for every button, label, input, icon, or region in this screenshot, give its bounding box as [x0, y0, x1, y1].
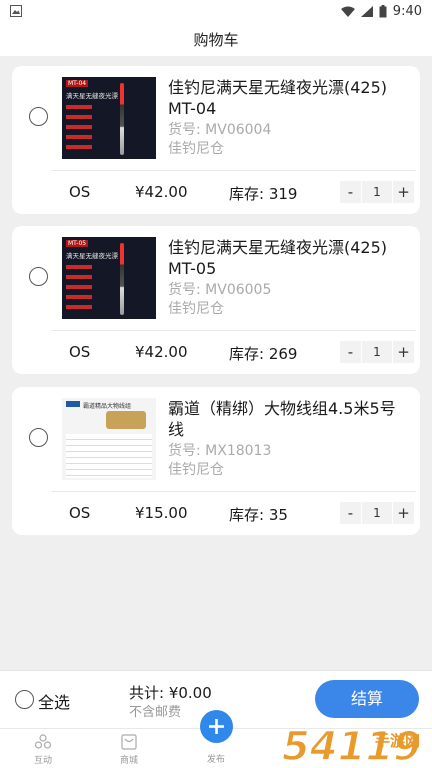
product-stock: 库存: 269	[229, 345, 298, 363]
decrease-button[interactable]: -	[340, 502, 361, 524]
cart-list: MT-04 满天星无缝夜光漂 佳钓尼满天星无缝夜光漂(425) MT-04 货号…	[0, 56, 432, 670]
product-price: ¥15.00	[135, 504, 188, 522]
tab-label: 商城	[119, 756, 138, 766]
item-select-radio[interactable]	[29, 107, 48, 126]
watermark-logo: 54119 手游网	[281, 723, 422, 768]
signal-icon	[360, 5, 373, 17]
product-thumbnail[interactable]: MT-04 满天星无缝夜光漂	[62, 77, 156, 159]
increase-button[interactable]: +	[393, 181, 414, 203]
decrease-button[interactable]: -	[340, 341, 361, 363]
total-amount: 共计: ¥0.00	[129, 684, 212, 702]
divider	[52, 491, 416, 492]
thumb-tag: MT-04	[66, 80, 89, 87]
publish-button[interactable]	[200, 710, 233, 743]
status-bar: 9:40	[0, 0, 432, 22]
quantity-stepper: - 1 +	[340, 502, 414, 524]
title-bar: 购物车	[0, 22, 432, 56]
product-stock: 库存: 319	[229, 185, 298, 203]
shop-icon	[121, 734, 137, 750]
increase-button[interactable]: +	[393, 502, 414, 524]
increase-button[interactable]: +	[393, 341, 414, 363]
product-spec: OS	[69, 343, 91, 361]
quantity-stepper: - 1 +	[340, 341, 414, 363]
quantity-input[interactable]: 1	[362, 341, 392, 363]
quantity-input[interactable]: 1	[362, 181, 392, 203]
product-spec: OS	[69, 183, 91, 201]
product-thumbnail[interactable]: MT-05 满天星无缝夜光漂	[62, 237, 156, 319]
item-select-radio[interactable]	[29, 267, 48, 286]
warehouse-name: 佳钓尼仓	[168, 301, 224, 317]
select-all-radio[interactable]	[15, 690, 34, 709]
product-name[interactable]: 霸道（精绑）大物线组4.5米5号线	[168, 398, 404, 440]
status-time: 9:40	[392, 3, 422, 19]
svg-text:手游网: 手游网	[375, 732, 420, 750]
thumb-subtitle: 满天星无缝夜光漂	[66, 92, 118, 100]
product-name[interactable]: 佳钓尼满天星无缝夜光漂(425) MT-04	[168, 77, 404, 119]
cart-item: 霸道精品大物线组 霸道（精绑）大物线组4.5米5号线 货号: MX18013 佳…	[12, 387, 420, 535]
product-name[interactable]: 佳钓尼满天星无缝夜光漂(425) MT-05	[168, 237, 404, 279]
product-thumbnail[interactable]: 霸道精品大物线组	[62, 398, 156, 480]
tab-label-publish: 发布	[206, 755, 225, 765]
battery-icon	[379, 4, 387, 17]
product-stock: 库存: 35	[229, 506, 288, 524]
divider	[52, 170, 416, 171]
product-code: 货号: MX18013	[168, 443, 272, 459]
product-code: 货号: MV06004	[168, 122, 272, 138]
shipping-note: 不含邮费	[129, 705, 182, 720]
cart-item: MT-05 满天星无缝夜光漂 佳钓尼满天星无缝夜光漂(425) MT-05 货号…	[12, 226, 420, 374]
divider	[52, 330, 416, 331]
product-code: 货号: MV06005	[168, 282, 272, 298]
thumb-tag: 霸道精品大物线组	[83, 403, 132, 410]
brand-logo	[66, 401, 80, 407]
image-notification-icon	[10, 5, 22, 17]
tab-label: 互动	[33, 756, 52, 766]
product-price: ¥42.00	[135, 183, 188, 201]
product-price: ¥42.00	[135, 343, 188, 361]
thumb-subtitle: 满天星无缝夜光漂	[66, 252, 118, 260]
thumb-tag: MT-05	[66, 240, 89, 247]
tab-community[interactable]: 互动	[13, 733, 73, 766]
tab-shop[interactable]: 商城	[99, 733, 159, 766]
quantity-input[interactable]: 1	[362, 502, 392, 524]
plus-icon	[209, 719, 224, 734]
checkout-button[interactable]: 结算	[315, 680, 419, 718]
item-select-radio[interactable]	[29, 428, 48, 447]
quantity-stepper: - 1 +	[340, 181, 414, 203]
select-all-label[interactable]: 全选	[38, 689, 70, 713]
page-title: 购物车	[193, 30, 239, 49]
warehouse-name: 佳钓尼仓	[168, 141, 224, 157]
product-spec: OS	[69, 504, 91, 522]
community-icon	[34, 734, 52, 749]
decrease-button[interactable]: -	[340, 181, 361, 203]
cart-item: MT-04 满天星无缝夜光漂 佳钓尼满天星无缝夜光漂(425) MT-04 货号…	[12, 66, 420, 214]
wifi-icon	[340, 6, 355, 17]
warehouse-name: 佳钓尼仓	[168, 462, 224, 478]
